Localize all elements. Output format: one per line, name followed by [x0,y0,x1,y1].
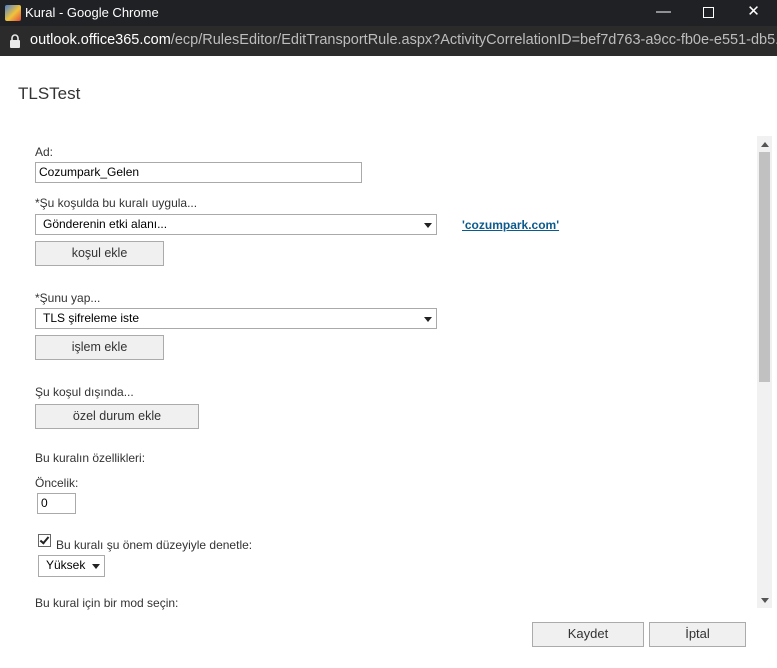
severity-select[interactable]: Yüksek [38,555,105,577]
dialog-title: TLSTest [18,84,81,103]
condition-select-value: Gönderenin etki alanı... [43,217,168,231]
condition-value-link[interactable]: 'cozumpark.com' [462,218,559,232]
close-button[interactable]: ✕ [731,0,776,26]
minimize-button[interactable]: — [641,0,686,26]
properties-label: Bu kuralın özellikleri: [35,451,146,465]
priority-label: Öncelik: [35,476,79,490]
priority-input[interactable]: 0 [37,493,76,514]
checkmark-icon [39,534,50,545]
rule-form: Ad: Cozumpark_Gelen *Şu koşulda bu kural… [0,125,755,610]
scrollbar-thumb[interactable] [759,152,770,382]
maximize-button[interactable] [686,0,731,26]
minimize-icon: — [656,3,671,20]
chevron-down-icon [92,564,100,569]
chevron-down-icon [424,317,432,322]
condition-label: *Şu koşulda bu kuralı uygula... [35,196,198,210]
condition-select[interactable]: Gönderenin etki alanı... [35,214,437,235]
save-button[interactable]: Kaydet [532,622,644,647]
audit-checkbox-label: Bu kuralı şu önem düzeyiyle denetle: [56,538,253,552]
maximize-icon [703,7,714,18]
add-exception-button[interactable]: özel durum ekle [35,404,199,429]
url-host: outlook.office365.com [30,32,171,48]
url-text[interactable]: outlook.office365.com/ecp/RulesEditor/Ed… [30,32,777,48]
name-label: Ad: [35,145,54,159]
audit-checkbox[interactable] [38,534,51,547]
severity-select-value: Yüksek [46,558,86,572]
window-titlebar: Kural - Google Chrome — ✕ [0,0,777,26]
add-action-button[interactable]: işlem ekle [35,335,164,360]
cancel-button[interactable]: İptal [649,622,746,647]
url-path: /ecp/RulesEditor/EditTransportRule.aspx?… [170,32,777,48]
scroll-up-icon[interactable] [761,142,769,147]
app-icon [5,5,21,21]
action-select-value: TLS şifreleme iste [43,311,140,325]
window-title: Kural - Google Chrome [25,5,159,20]
action-select[interactable]: TLS şifreleme iste [35,308,437,329]
add-condition-button[interactable]: koşul ekle [35,241,164,266]
chevron-down-icon [424,223,432,228]
lock-icon [10,34,20,48]
address-bar[interactable]: outlook.office365.com/ecp/RulesEditor/Ed… [0,26,777,56]
mode-label: Bu kural için bir mod seçin: [35,596,179,610]
scroll-down-icon[interactable] [761,598,769,603]
action-label: *Şunu yap... [35,291,101,305]
exception-label: Şu koşul dışında... [35,385,134,399]
vertical-scrollbar[interactable] [757,136,772,608]
close-icon: ✕ [747,3,760,20]
name-input[interactable]: Cozumpark_Gelen [35,162,362,183]
